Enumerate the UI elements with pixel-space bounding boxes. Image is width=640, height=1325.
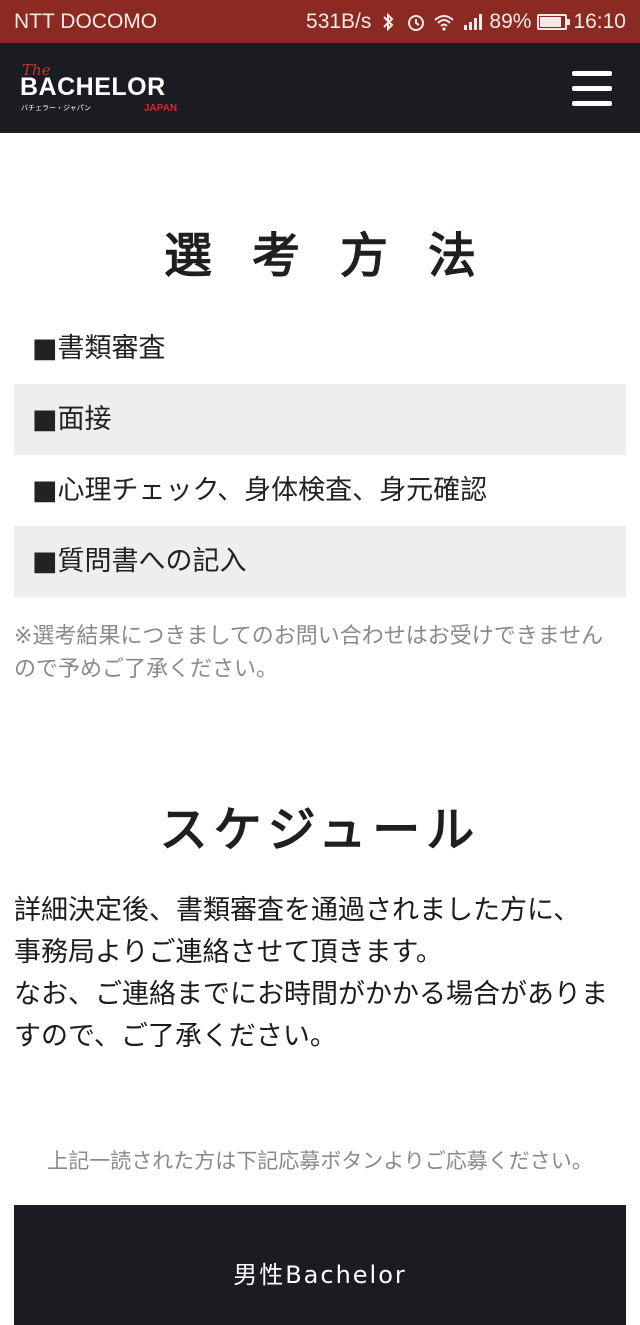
method-item: ■書類審査 xyxy=(32,333,166,364)
battery-icon xyxy=(537,14,571,30)
signal-icon xyxy=(464,14,483,30)
status-right: 531B/s 89% 16:10 xyxy=(306,10,626,34)
wifi-icon xyxy=(434,15,455,31)
logo-main: BACHELOR xyxy=(20,73,166,101)
method-item: ■面接 xyxy=(14,384,626,455)
apply-male-bachelor-button[interactable]: 男性Bachelor xyxy=(14,1205,626,1325)
apply-button-label: 男性Bachelor xyxy=(233,1261,407,1289)
site-header: The BACHELOR バチェラー・ジャパン JAPAN xyxy=(0,43,640,133)
network-speed: 531B/s xyxy=(306,10,372,33)
alarm-icon xyxy=(408,15,425,31)
schedule-line: なお、ご連絡までにお時間がかかる場合がありますので、ご了承ください。 xyxy=(14,979,608,1052)
hamburger-menu-icon[interactable] xyxy=(572,71,612,107)
selection-note: ※選考結果につきましてのお問い合わせはお受けできませんので予めご了承ください。 xyxy=(14,624,604,682)
method-item: ■質問書への記入 xyxy=(14,526,626,597)
schedule-body: 詳細決定後、書類審査を通過されました方に、 事務局よりご連絡させて頂きます。 な… xyxy=(14,890,624,1058)
clock: 16:10 xyxy=(573,10,626,33)
schedule-title: スケジュール xyxy=(159,802,481,858)
method-item: ■心理チェック、身体検査、身元確認 xyxy=(32,475,488,506)
logo-sub: バチェラー・ジャパン xyxy=(21,104,91,112)
schedule-line: 事務局よりご連絡させて頂きます。 xyxy=(14,937,443,968)
battery-fill xyxy=(540,17,562,27)
apply-note: 上記一読された方は下記応募ボタンよりご応募ください。 xyxy=(47,1149,593,1173)
bluetooth-icon xyxy=(383,12,394,32)
carrier-name: NTT DOCOMO xyxy=(14,10,158,33)
battery-percent: 89% xyxy=(489,10,532,33)
status-bar: NTT DOCOMO 531B/s 89% 16:10 xyxy=(0,0,640,43)
selection-title: 選考方法 xyxy=(163,228,516,284)
logo-japan: JAPAN xyxy=(144,103,178,114)
schedule-line: 詳細決定後、書類審査を通過されました方に、 xyxy=(14,895,581,926)
selection-methods-list: ■書類審査 ■面接 ■心理チェック、身体検査、身元確認 ■質問書への記入 xyxy=(14,313,626,597)
bachelor-japan-logo[interactable]: The BACHELOR バチェラー・ジャパン JAPAN xyxy=(20,61,190,117)
